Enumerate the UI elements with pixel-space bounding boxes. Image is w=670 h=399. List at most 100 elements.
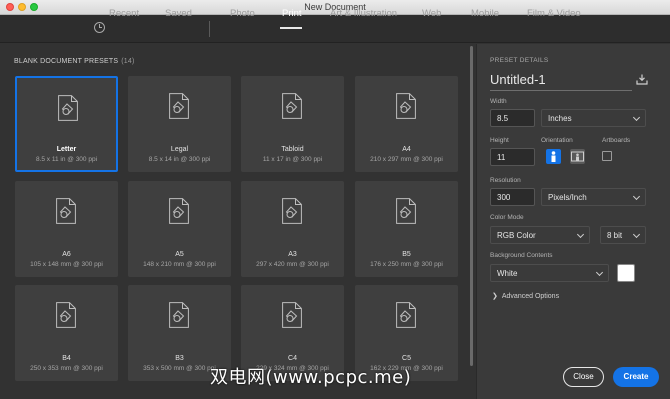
preset-card[interactable]: Legal 8.5 x 14 in @ 300 ppi — [128, 76, 231, 172]
preset-name: C5 — [402, 355, 411, 362]
preset-size: 8.5 x 14 in @ 300 ppi — [148, 156, 211, 163]
artboards-label: Artboards — [602, 137, 631, 144]
document-preset-icon — [56, 198, 76, 224]
orientation-landscape-button[interactable] — [570, 149, 585, 164]
tab-active-indicator — [280, 27, 302, 29]
resolution-unit-select[interactable]: Pixels/Inch — [541, 188, 646, 206]
height-label: Height — [490, 137, 509, 144]
details-title: PRESET DETAILS — [490, 57, 549, 64]
preset-card[interactable]: A4 210 x 297 mm @ 300 ppi — [355, 76, 458, 172]
resolution-input[interactable]: 300 — [490, 188, 535, 206]
chevron-down-icon — [632, 113, 641, 122]
tab-mobile[interactable]: Mobile — [471, 8, 499, 19]
preset-card[interactable]: B5 176 x 250 mm @ 300 ppi — [355, 181, 458, 277]
preset-size: 176 x 250 mm @ 300 ppi — [370, 261, 443, 268]
document-preset-icon — [282, 198, 302, 224]
width-unit-select[interactable]: Inches — [541, 109, 646, 127]
watermark-text: 双电网(www.pcpc.me) — [210, 367, 412, 388]
preset-card[interactable]: A6 105 x 148 mm @ 300 ppi — [15, 181, 118, 277]
preset-size: 11 x 17 in @ 300 ppi — [262, 156, 323, 163]
background-contents-value: White — [497, 269, 518, 278]
bit-depth-select[interactable]: 8 bit — [600, 226, 646, 244]
preset-name: Tabloid — [281, 146, 304, 153]
preset-card[interactable]: A5 148 x 210 mm @ 300 ppi — [128, 181, 231, 277]
document-preset-icon — [169, 198, 189, 224]
preset-size: 297 x 420 mm @ 300 ppi — [256, 261, 329, 268]
document-preset-icon — [169, 93, 189, 119]
advanced-options-label: Advanced Options — [501, 293, 560, 300]
preset-size: 8.5 x 11 in @ 300 ppi — [35, 156, 98, 163]
preset-size: 250 x 353 mm @ 300 ppi — [30, 365, 103, 372]
document-preset-icon — [56, 302, 76, 328]
tab-saved[interactable]: Saved — [165, 8, 192, 19]
preset-card[interactable]: B4 250 x 353 mm @ 300 ppi — [15, 285, 118, 381]
preset-card[interactable]: A3 297 x 420 mm @ 300 ppi — [241, 181, 344, 277]
bit-depth-value: 8 bit — [607, 231, 623, 240]
portrait-person-icon — [551, 151, 556, 162]
document-preset-icon — [169, 302, 189, 328]
color-mode-select[interactable]: RGB Color — [490, 226, 590, 244]
preset-name: A4 — [402, 146, 411, 153]
orientation-label: Orientation — [541, 137, 573, 144]
document-name-input[interactable]: Untitled-1 — [490, 72, 546, 87]
tab-print[interactable]: Print — [282, 8, 302, 19]
height-input[interactable]: 11 — [490, 148, 535, 166]
preset-name: A6 — [62, 251, 71, 258]
document-preset-icon — [58, 95, 78, 121]
tab-recent[interactable]: Recent — [109, 8, 139, 19]
preset-name: A5 — [175, 251, 184, 258]
preset-name: B4 — [62, 355, 71, 362]
create-button[interactable]: Create — [613, 367, 659, 387]
width-label: Width — [490, 98, 507, 105]
color-mode-label: Color Mode — [490, 214, 524, 221]
close-button[interactable]: Close — [563, 367, 604, 387]
background-contents-select[interactable]: White — [490, 264, 609, 282]
document-name-underline — [490, 90, 632, 91]
tab-web[interactable]: Web — [422, 8, 441, 19]
chevron-down-icon — [632, 230, 641, 239]
presets-header: BLANK DOCUMENT PRESETS (14) — [14, 58, 135, 65]
save-preset-icon[interactable] — [636, 74, 648, 85]
tab-art-illustration[interactable]: Art & Illustration — [330, 8, 397, 19]
preset-details-panel: PRESET DETAILS Untitled-1 Width 8.5 Inch… — [476, 44, 670, 399]
document-preset-icon — [282, 302, 302, 328]
preset-size: 148 x 210 mm @ 300 ppi — [143, 261, 216, 268]
preset-size: 105 x 148 mm @ 300 ppi — [30, 261, 103, 268]
artboards-checkbox[interactable] — [602, 151, 612, 161]
tab-photo[interactable]: Photo — [230, 8, 255, 19]
preset-name: B3 — [175, 355, 184, 362]
chevron-down-icon — [632, 192, 641, 201]
width-unit-value: Inches — [548, 114, 572, 123]
background-color-swatch[interactable] — [617, 264, 635, 282]
preset-size: 210 x 297 mm @ 300 ppi — [370, 156, 443, 163]
tab-film-video[interactable]: Film & Video — [527, 8, 581, 19]
background-contents-label: Background Contents — [490, 252, 553, 259]
tab-separator — [209, 21, 210, 37]
width-input[interactable]: 8.5 — [490, 109, 535, 127]
presets-panel: BLANK DOCUMENT PRESETS (14) Letter 8.5 x 1… — [0, 44, 475, 399]
advanced-options-toggle[interactable]: ❯ Advanced Options — [492, 292, 559, 300]
document-preset-icon — [396, 302, 416, 328]
preset-name: B5 — [402, 251, 411, 258]
resolution-unit-value: Pixels/Inch — [548, 193, 587, 202]
scrollbar-thumb[interactable] — [470, 46, 473, 366]
document-preset-icon — [396, 93, 416, 119]
preset-card[interactable]: Tabloid 11 x 17 in @ 300 ppi — [241, 76, 344, 172]
chevron-down-icon — [595, 268, 604, 277]
resolution-label: Resolution — [490, 177, 521, 184]
preset-name: Legal — [170, 146, 189, 153]
landscape-person-icon — [571, 151, 584, 162]
preset-name: Letter — [56, 146, 77, 153]
preset-name: A3 — [288, 251, 297, 258]
chevron-right-icon: ❯ — [492, 293, 498, 300]
preset-name: C4 — [288, 355, 297, 362]
clock-icon — [94, 22, 105, 33]
chevron-down-icon — [576, 230, 585, 239]
preset-card[interactable]: Letter 8.5 x 11 in @ 300 ppi — [15, 76, 118, 172]
presets-count: (14) — [121, 58, 135, 65]
orientation-portrait-button[interactable] — [546, 149, 561, 164]
presets-header-label: BLANK DOCUMENT PRESETS — [14, 58, 119, 65]
document-preset-icon — [282, 93, 302, 119]
document-preset-icon — [396, 198, 416, 224]
color-mode-value: RGB Color — [497, 231, 536, 240]
